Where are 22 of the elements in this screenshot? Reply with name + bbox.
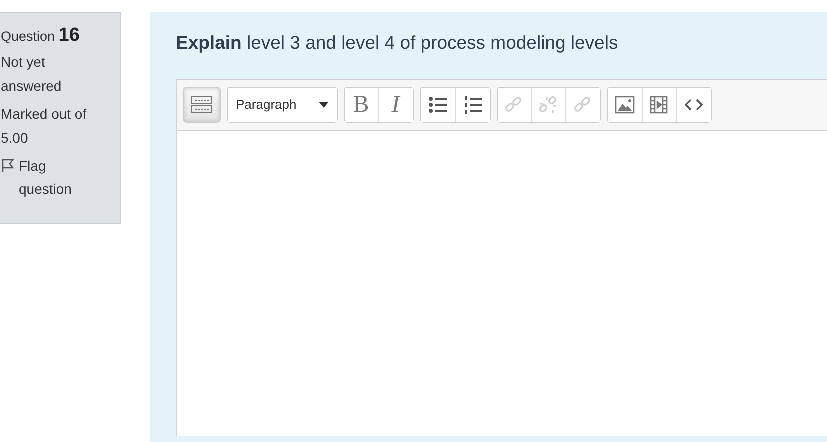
caret-icon — [318, 102, 329, 108]
link-icon — [505, 96, 524, 114]
bulleted-list-button[interactable] — [420, 88, 456, 122]
link-icon — [574, 96, 592, 114]
bulleted-list-icon — [428, 94, 448, 115]
flag-question-link[interactable]: Flag question — [19, 154, 102, 202]
image-icon — [614, 96, 635, 114]
unlink-icon — [539, 96, 558, 114]
toolbar-toggle-button[interactable] — [184, 88, 220, 122]
code-icon — [684, 98, 703, 112]
flag-icon[interactable] — [1, 158, 14, 173]
toolbar-toggle-icon — [191, 94, 213, 115]
bold-button[interactable]: B — [344, 88, 379, 122]
format-dropdown[interactable]: Paragraph — [228, 88, 337, 122]
question-text: Explain level 3 and level 4 of process modeling levels — [176, 31, 620, 55]
question-label: Question — [1, 29, 56, 44]
question-grade: Marked out of 5.00 — [1, 104, 88, 148]
question-state: Not yet answered — [1, 53, 63, 96]
video-icon — [650, 96, 668, 114]
numbered-list-icon — [462, 94, 483, 115]
image-button[interactable] — [608, 88, 643, 122]
question-number: 16 — [58, 25, 80, 46]
